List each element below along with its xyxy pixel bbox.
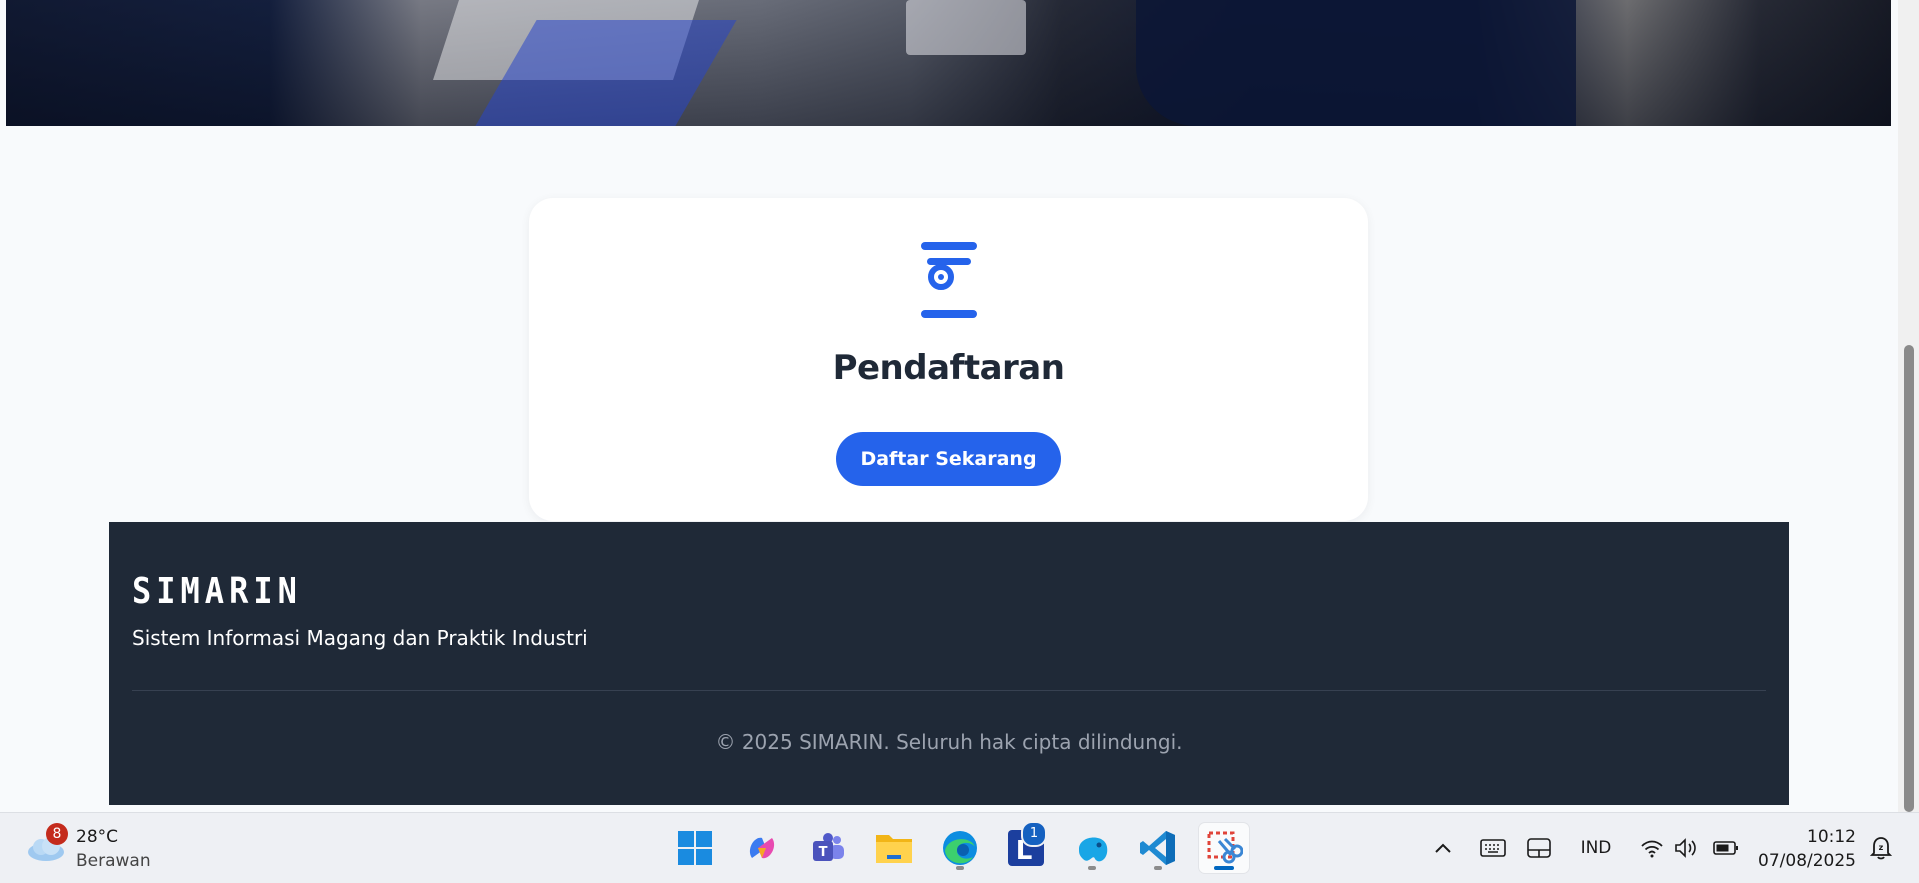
touchpad-button[interactable] bbox=[1522, 813, 1556, 883]
footer-divider bbox=[132, 690, 1766, 691]
keyboard-icon bbox=[1480, 839, 1506, 857]
chevron-up-icon bbox=[1435, 843, 1451, 853]
card-title: Pendaftaran bbox=[832, 348, 1065, 388]
footer: SIMARIN Sistem Informasi Magang dan Prak… bbox=[109, 522, 1789, 805]
copilot-app[interactable] bbox=[737, 823, 787, 873]
register-now-button[interactable]: Daftar Sekarang bbox=[836, 432, 1061, 486]
teams-icon: T bbox=[813, 833, 844, 861]
wifi-icon bbox=[1641, 840, 1663, 858]
touchpad-icon bbox=[1527, 838, 1551, 858]
start-button[interactable] bbox=[670, 823, 720, 873]
app-active-indicator bbox=[1214, 866, 1234, 870]
clock[interactable]: 10:12 07/08/2025 bbox=[1756, 825, 1856, 873]
weather-condition: Berawan bbox=[76, 851, 151, 871]
registration-icon bbox=[921, 242, 977, 318]
taskbar: 8 28°C Berawan T L 1 IND 10:12 07/08/202… bbox=[0, 812, 1919, 883]
hero-image bbox=[6, 0, 1891, 126]
blue-app[interactable] bbox=[1067, 823, 1117, 873]
svg-text:z: z bbox=[1879, 843, 1884, 852]
scrollbar-thumb[interactable] bbox=[1904, 345, 1914, 812]
web-page: Pendaftaran Daftar Sekarang SIMARIN Sist… bbox=[0, 0, 1898, 812]
show-hidden-icons-button[interactable] bbox=[1428, 813, 1458, 883]
app-running-indicator bbox=[1088, 866, 1096, 870]
volume-button[interactable] bbox=[1670, 813, 1702, 883]
app-running-indicator bbox=[1154, 866, 1162, 870]
snipping-tool-app[interactable] bbox=[1199, 823, 1249, 873]
bell-snooze-icon: z bbox=[1870, 837, 1892, 860]
language-indicator[interactable]: IND bbox=[1574, 813, 1618, 883]
vscode-icon bbox=[1140, 831, 1175, 865]
vscode-app[interactable] bbox=[1133, 823, 1183, 873]
weather-temperature: 28°C bbox=[76, 827, 119, 847]
windows-icon bbox=[678, 831, 712, 865]
weather-badge: 8 bbox=[46, 823, 68, 845]
folder-icon bbox=[876, 835, 912, 863]
notifications-button[interactable]: z bbox=[1866, 813, 1896, 883]
blue-app-icon bbox=[1079, 837, 1108, 862]
touch-keyboard-button[interactable] bbox=[1476, 813, 1510, 883]
network-button[interactable] bbox=[1636, 813, 1668, 883]
registration-card: Pendaftaran Daftar Sekarang bbox=[529, 198, 1368, 521]
l-app-badge: 1 bbox=[1021, 821, 1047, 847]
file-explorer-app[interactable] bbox=[869, 823, 919, 873]
edge-icon bbox=[943, 831, 977, 865]
vertical-scrollbar[interactable] bbox=[1898, 0, 1919, 812]
footer-brand: SIMARIN bbox=[132, 570, 302, 612]
l-app[interactable]: L 1 bbox=[1001, 821, 1051, 873]
svg-text:T: T bbox=[819, 845, 828, 860]
battery-icon bbox=[1713, 841, 1738, 855]
footer-copyright: © 2025 SIMARIN. Seluruh hak cipta dilind… bbox=[715, 730, 1183, 754]
edge-app[interactable] bbox=[935, 823, 985, 873]
app-running-indicator bbox=[956, 866, 964, 870]
footer-tagline: Sistem Informasi Magang dan Praktik Indu… bbox=[132, 626, 588, 650]
teams-app[interactable]: T bbox=[803, 823, 853, 873]
clock-time: 10:12 bbox=[1807, 827, 1856, 847]
battery-button[interactable] bbox=[1708, 813, 1744, 883]
weather-widget[interactable]: 8 28°C Berawan bbox=[26, 823, 166, 873]
snipping-tool-icon bbox=[1207, 831, 1243, 864]
clock-date: 07/08/2025 bbox=[1758, 851, 1856, 871]
copilot-icon bbox=[749, 837, 775, 859]
speaker-icon bbox=[1675, 838, 1696, 858]
